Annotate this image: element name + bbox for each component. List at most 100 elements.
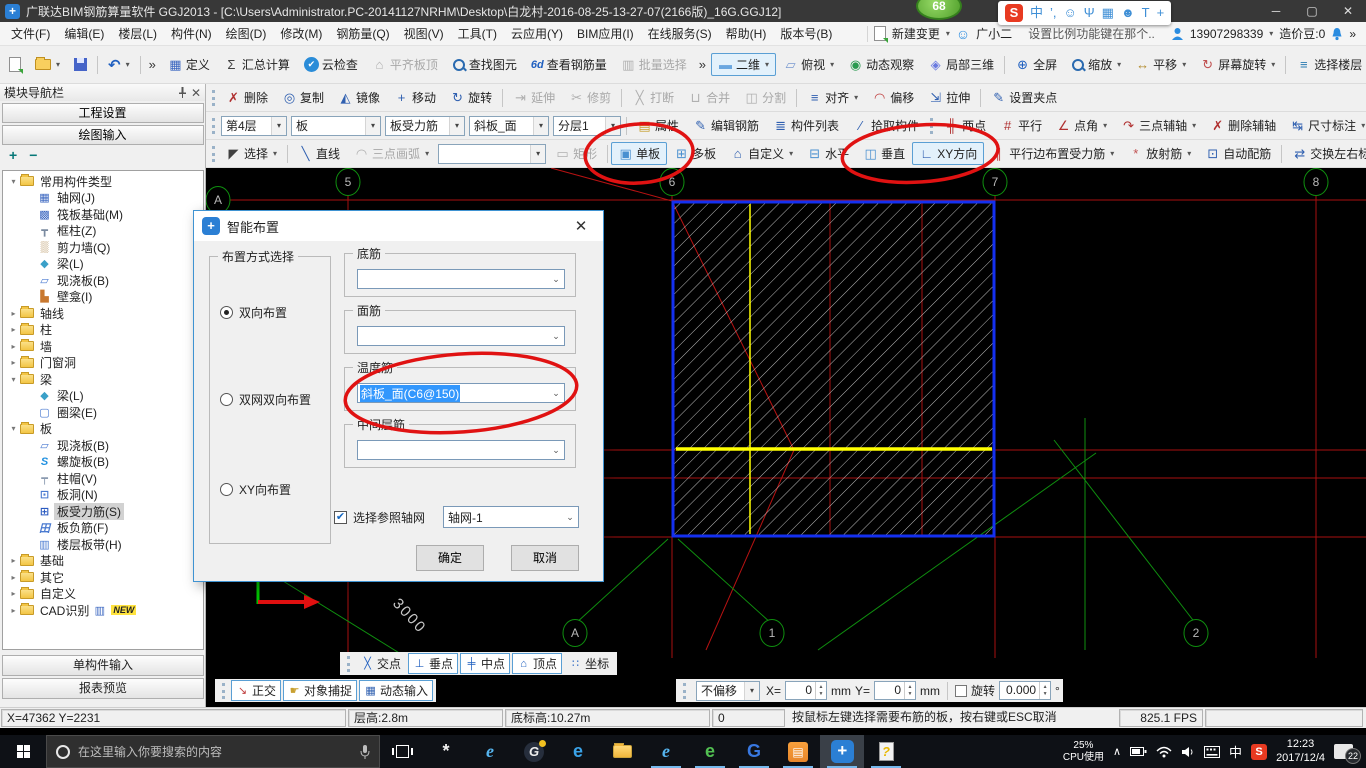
menu-item-6[interactable]: 钢筋量(Q) xyxy=(329,22,396,46)
toolbox-icon[interactable]: + xyxy=(1157,2,1165,24)
menu-item-9[interactable]: 云应用(Y) xyxy=(504,22,570,46)
account-phone[interactable]: 13907298339 xyxy=(1190,27,1263,41)
radio-双向布置[interactable]: 双向布置 xyxy=(220,304,287,321)
floor-combo[interactable]: 第4层 ▾ xyxy=(221,115,287,136)
spinner-arrows[interactable]: ▲ ▼ xyxy=(904,682,915,699)
vertex-snap-icon[interactable]: ⌂ 顶点 xyxy=(512,653,563,674)
tree-item-20[interactable]: ⊞ 板受力筋(S) xyxy=(3,502,203,520)
spinner-arrows[interactable]: ▲ ▼ xyxy=(1039,682,1050,699)
coordinate-snap-icon[interactable]: ∷ 坐标 xyxy=(564,653,614,674)
parallel-axis-icon[interactable]: # 平行 xyxy=(993,114,1049,137)
tree-folder-26[interactable]: ▸ CAD识别 ▥ NEW xyxy=(3,602,203,619)
panel-close-icon[interactable]: ✕ xyxy=(191,86,201,100)
set-grip-icon[interactable]: ✎ 设置夹点 xyxy=(984,86,1064,109)
tree-item-16[interactable]: ▱ 现浇板(B) xyxy=(3,437,203,454)
menu-item-5[interactable]: 修改(M) xyxy=(273,22,329,46)
draw-input-button[interactable]: 绘图输入 xyxy=(1,125,204,145)
menu-item-11[interactable]: 在线服务(S) xyxy=(641,22,719,46)
grip-handle[interactable] xyxy=(212,117,215,134)
xy-direction-icon[interactable]: ∟ XY方向 xyxy=(912,142,985,165)
soft-keyboard-icon[interactable]: ▦ xyxy=(1102,2,1114,24)
tree-folder-12[interactable]: ▾ 梁 xyxy=(3,371,203,388)
arc-param-combo[interactable]: ▾ xyxy=(438,143,547,164)
battery-icon[interactable] xyxy=(1130,746,1147,757)
ie-browser-icon[interactable]: e xyxy=(468,735,512,768)
emoji-icon[interactable]: ☺ xyxy=(1064,2,1077,24)
new-file-icon[interactable] xyxy=(2,54,28,75)
select-floor-icon[interactable]: ≡ 选择楼层 xyxy=(1289,53,1366,76)
maximize-button[interactable]: ▢ xyxy=(1294,0,1330,22)
chevron-down-icon[interactable]: ▾ xyxy=(8,375,19,384)
touch-keyboard-icon[interactable] xyxy=(1204,745,1221,758)
sogou-tray-icon[interactable]: S xyxy=(1251,743,1268,760)
chevron-right-icon[interactable]: ▸ xyxy=(8,309,19,318)
menu-item-0[interactable]: 文件(F) xyxy=(4,22,57,46)
element-type-combo[interactable]: 板 ▾ xyxy=(291,115,381,136)
ggj-help-icon[interactable]: ? xyxy=(864,735,908,768)
tree-folder-8[interactable]: ▸ 轴线 xyxy=(3,305,203,322)
menu-item-3[interactable]: 构件(N) xyxy=(164,22,219,46)
ok-button[interactable]: 确定 xyxy=(416,545,484,571)
chevron-down-icon[interactable]: ▾ xyxy=(8,177,19,186)
auto-rebar-icon[interactable]: ⊡ 自动配筋 xyxy=(1198,142,1278,165)
mirror-icon[interactable]: ◭ 镜像 xyxy=(331,86,387,109)
radio-XY向布置[interactable]: XY向布置 xyxy=(220,481,291,498)
ie-browser-icon-2[interactable]: e xyxy=(644,735,688,768)
browser-360-icon[interactable]: e xyxy=(688,735,732,768)
properties-icon[interactable]: ▤ 属性 xyxy=(630,114,686,137)
ggj-app-icon[interactable]: + xyxy=(820,735,864,768)
start-button[interactable] xyxy=(0,735,46,768)
pick-component-icon[interactable]: ∕ 拾取构件 xyxy=(846,114,926,137)
notification-center-icon[interactable]: 22 xyxy=(1334,744,1361,764)
spinner-arrows[interactable]: ▲ ▼ xyxy=(815,682,826,699)
tree-item-2[interactable]: ▩ 筏板基础(M) xyxy=(3,206,203,223)
offset-mode-combo[interactable]: 不偏移 ▾ xyxy=(696,680,760,701)
skin-icon[interactable]: T xyxy=(1142,2,1150,24)
tree-item-18[interactable]: ┯ 柱帽(V) xyxy=(3,470,203,487)
find-element-icon[interactable]: 查找图元 xyxy=(445,53,524,76)
chevron-right-icon[interactable]: ▸ xyxy=(8,606,19,615)
tree-item-5[interactable]: ◆ 梁(L) xyxy=(3,256,203,273)
field-combo-中间层筋[interactable]: ⌄ xyxy=(357,440,565,460)
dialog-close-icon[interactable]: ✕ xyxy=(567,217,595,235)
menu-item-8[interactable]: 工具(T) xyxy=(451,22,504,46)
perpendicular-snap-icon[interactable]: ⊥ 垂点 xyxy=(408,653,459,674)
chevron-right-icon[interactable]: ▸ xyxy=(8,325,19,334)
report-preview-button[interactable]: 报表预览 xyxy=(2,678,204,699)
task-view-button[interactable] xyxy=(380,735,424,768)
align-icon[interactable]: ≡ 对齐 ▾ xyxy=(800,86,865,109)
cancel-button[interactable]: 取消 xyxy=(511,545,579,571)
grip-handle[interactable] xyxy=(222,682,225,699)
save-icon[interactable] xyxy=(67,55,94,74)
field-combo-温度筋[interactable]: 斜板_面(C6@150) ⌄ xyxy=(357,383,565,403)
tree-folder-9[interactable]: ▸ 柱 xyxy=(3,322,203,339)
punctuation-icon[interactable]: ’, xyxy=(1050,2,1057,24)
file-explorer-icon[interactable] xyxy=(600,735,644,768)
menu-item-12[interactable]: 帮助(H) xyxy=(719,22,774,46)
point-angle-icon[interactable]: ∠ 点角 ▾ xyxy=(1049,114,1114,137)
search-input[interactable]: 在这里输入你要搜索的内容 xyxy=(46,735,380,768)
tree-item-7[interactable]: ▙ 壁龛(I) xyxy=(3,289,203,306)
x-offset-input[interactable]: 0 ▲ ▼ xyxy=(785,681,828,700)
ime-language-indicator[interactable]: 中 xyxy=(1229,742,1242,761)
layer-combo[interactable]: 分层1 ▾ xyxy=(553,115,621,136)
select-tool-icon[interactable]: ◤ 选择 ▾ xyxy=(219,142,284,165)
rebar-type-combo[interactable]: 板受力筋 ▾ xyxy=(385,115,465,136)
grip-handle[interactable] xyxy=(930,117,934,134)
object-snap-icon[interactable]: ☛ 对象捕捉 xyxy=(283,680,358,701)
chevron-right-icon[interactable]: ▸ xyxy=(8,589,19,598)
mic-icon[interactable] xyxy=(360,744,370,759)
new-change-button[interactable]: 新建变更 xyxy=(892,25,940,42)
tree-folder-25[interactable]: ▸ 自定义 xyxy=(3,586,203,603)
vertical-icon[interactable]: ◫ 垂直 xyxy=(856,142,912,165)
dynamic-input-icon[interactable]: ▦ 动态输入 xyxy=(359,680,434,701)
top-view-icon[interactable]: ▱ 俯视 ▾ xyxy=(776,53,841,76)
user-icon[interactable]: ☻ xyxy=(1121,2,1135,24)
minimize-button[interactable]: ─ xyxy=(1258,0,1294,22)
multi-slab-icon[interactable]: ⊞ 多板 xyxy=(667,142,723,165)
stretch-icon[interactable]: ⇲ 拉伸 xyxy=(921,86,977,109)
wifi-icon[interactable] xyxy=(1156,746,1172,758)
tree-item-3[interactable]: ┳ 框柱(Z) xyxy=(3,223,203,240)
tree-item-21[interactable]: 田板负筋(F) xyxy=(3,520,203,537)
two-point-axis-icon[interactable]: ╬ 两点 xyxy=(937,114,993,137)
